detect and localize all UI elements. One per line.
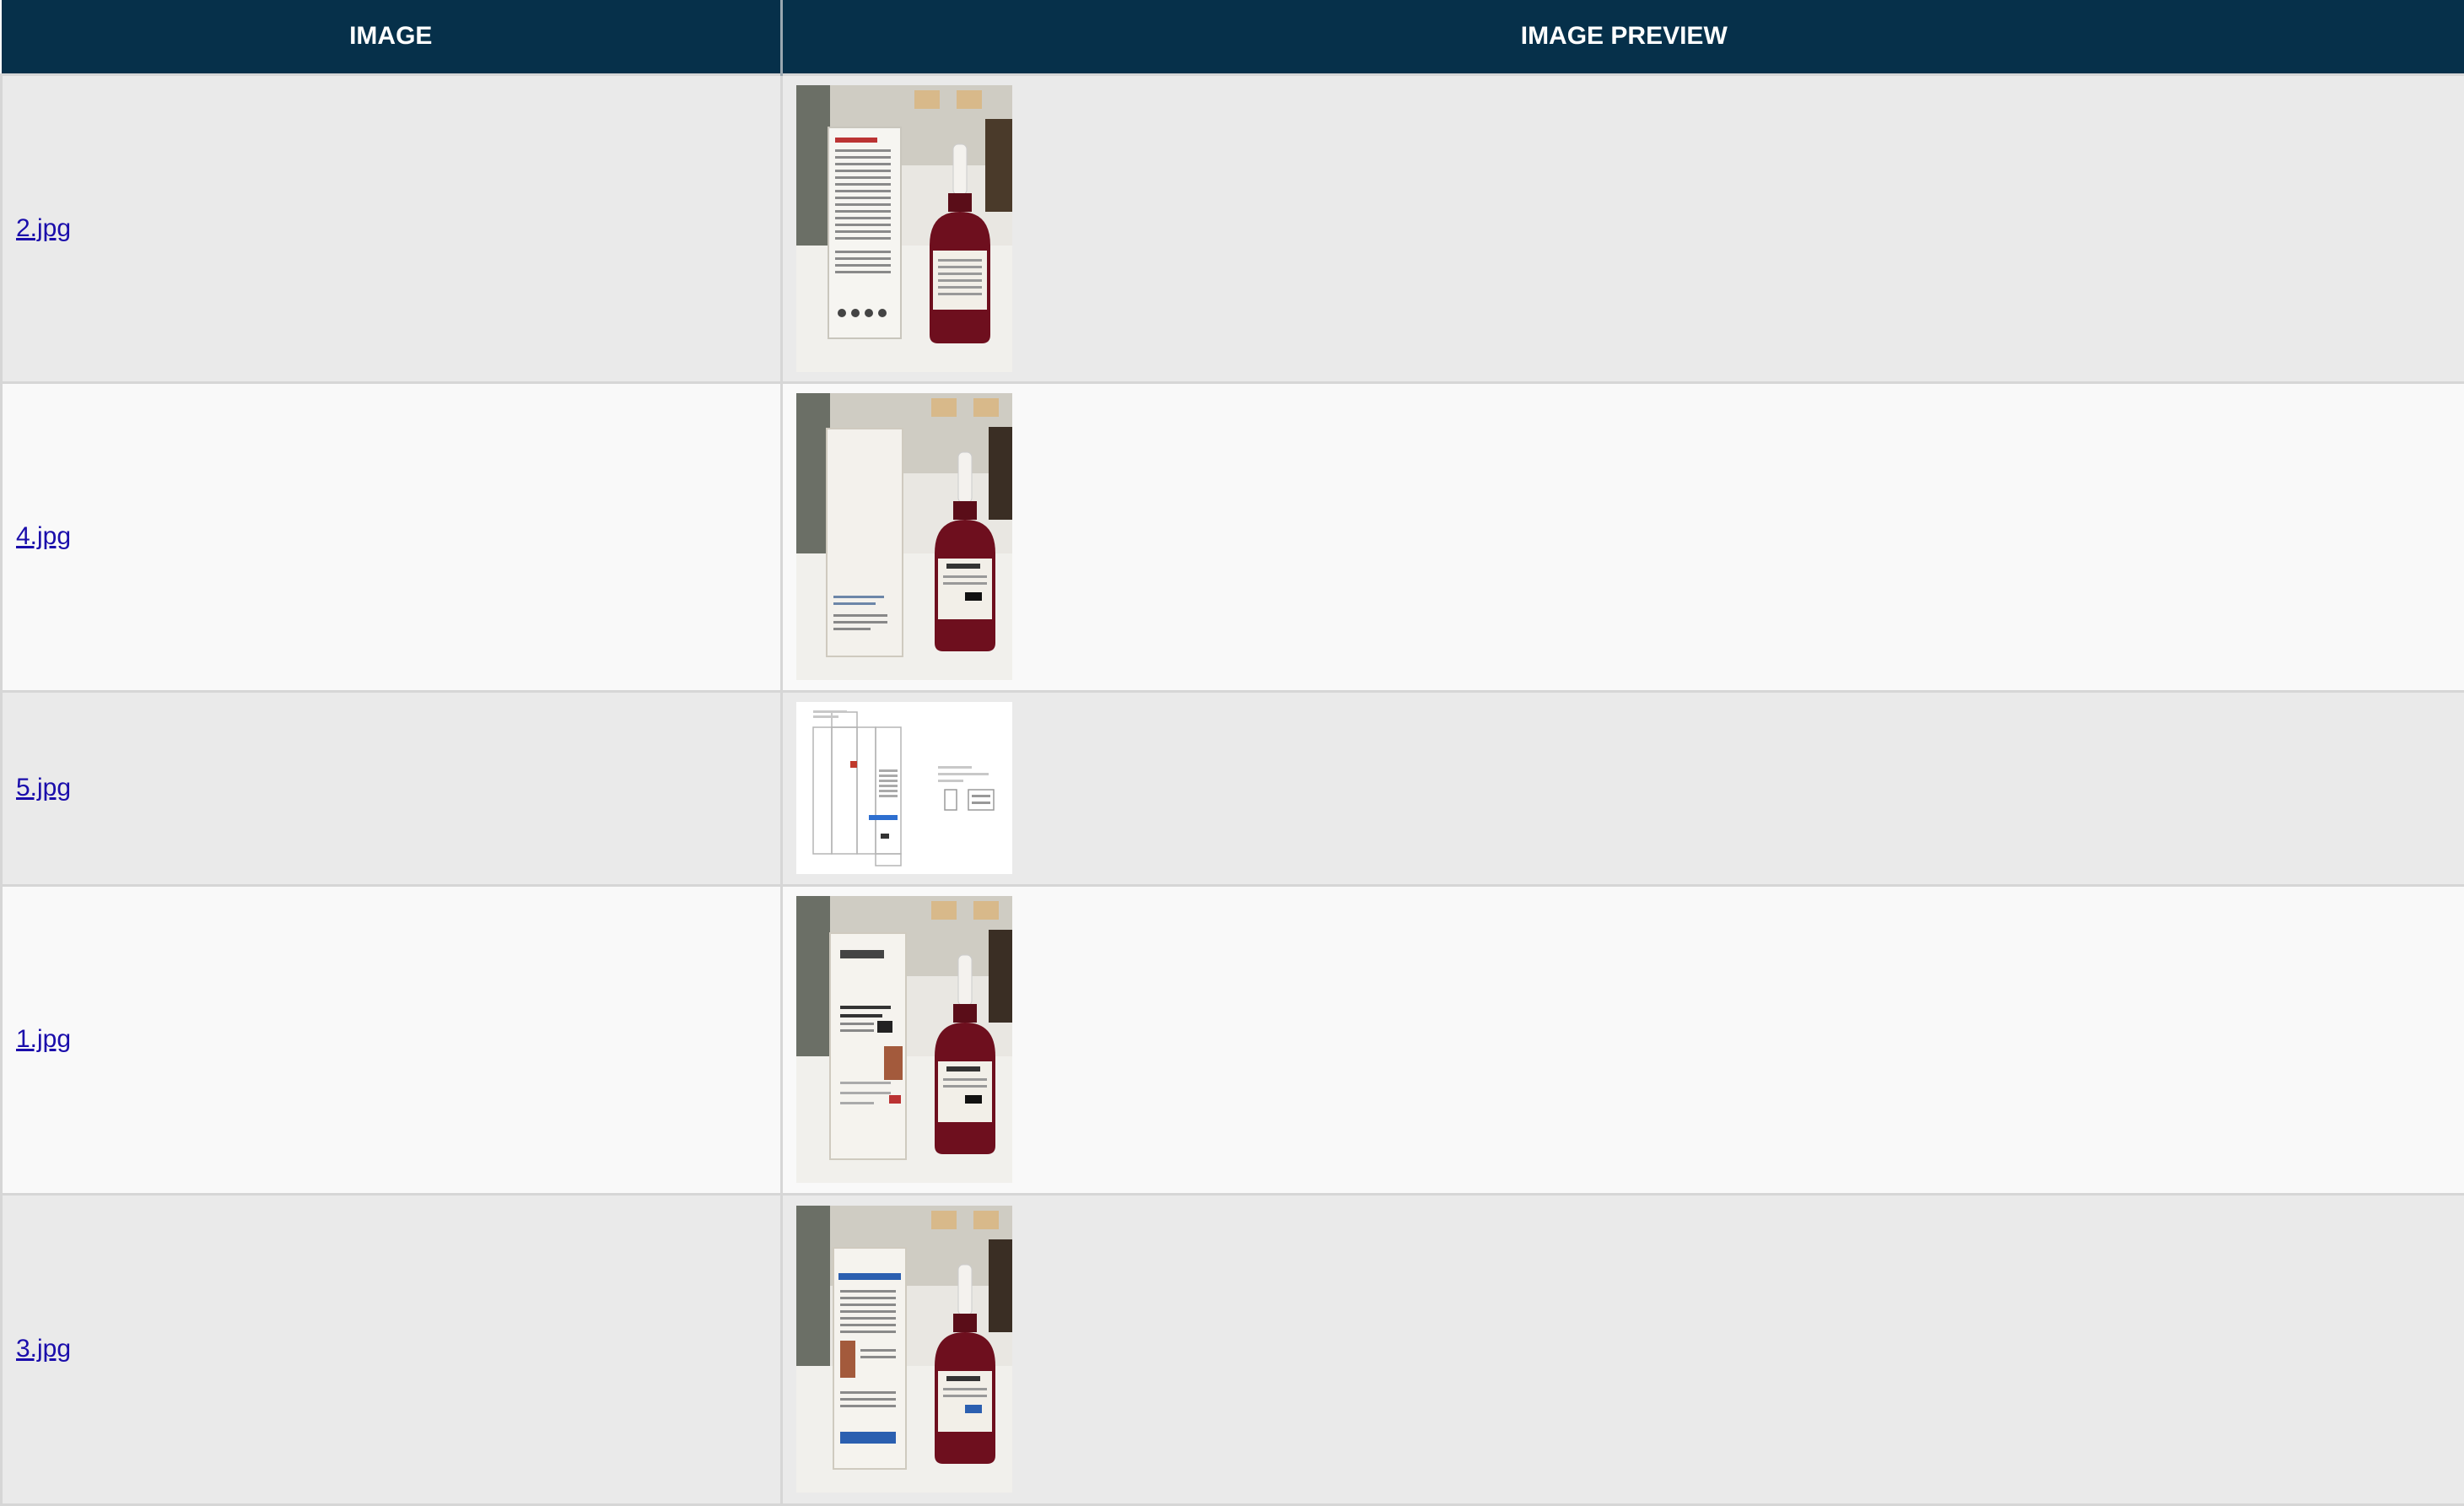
image-preview-cell (780, 73, 2464, 384)
photo-serum-bottle-plain-box-icon[interactable] (796, 393, 1012, 680)
image-link-3[interactable]: 3.jpg (16, 1335, 71, 1363)
photo-serum-bottle-box-back-icon[interactable] (796, 84, 1012, 372)
table-row: 1.jpg (0, 883, 2464, 1196)
photo-serum-bottle-box-side-icon[interactable] (796, 1206, 1012, 1493)
column-header-image: IMAGE (1, 0, 783, 75)
table-row: 3.jpg (0, 1192, 2464, 1506)
image-name-cell: 5.jpg (0, 689, 783, 887)
table-row: 2.jpg (0, 73, 2464, 384)
image-name-cell: 3.jpg (0, 1192, 783, 1506)
image-link-1[interactable]: 1.jpg (16, 1025, 71, 1053)
image-preview-cell (780, 381, 2464, 693)
table-header-row: IMAGE IMAGE PREVIEW (1, 0, 2464, 75)
image-link-5[interactable]: 5.jpg (16, 774, 71, 802)
table-row: 5.jpg (0, 689, 2464, 887)
column-header-image-preview: IMAGE PREVIEW (781, 0, 2464, 75)
image-preview-cell (780, 689, 2464, 887)
image-link-2[interactable]: 2.jpg (16, 214, 71, 242)
image-link-4[interactable]: 4.jpg (16, 522, 71, 550)
image-name-cell: 4.jpg (0, 381, 783, 693)
photo-serum-bottle-box-front-icon[interactable] (796, 896, 1012, 1183)
image-preview-cell (780, 1192, 2464, 1506)
image-name-cell: 2.jpg (0, 73, 783, 384)
packaging-dieline-icon[interactable] (796, 702, 1012, 874)
image-preview-cell (780, 883, 2464, 1196)
table-row: 4.jpg (0, 381, 2464, 693)
image-name-cell: 1.jpg (0, 883, 783, 1196)
image-table: IMAGE IMAGE PREVIEW 2.jpg 4.jpg 5.jpg 1.… (0, 0, 2464, 1506)
